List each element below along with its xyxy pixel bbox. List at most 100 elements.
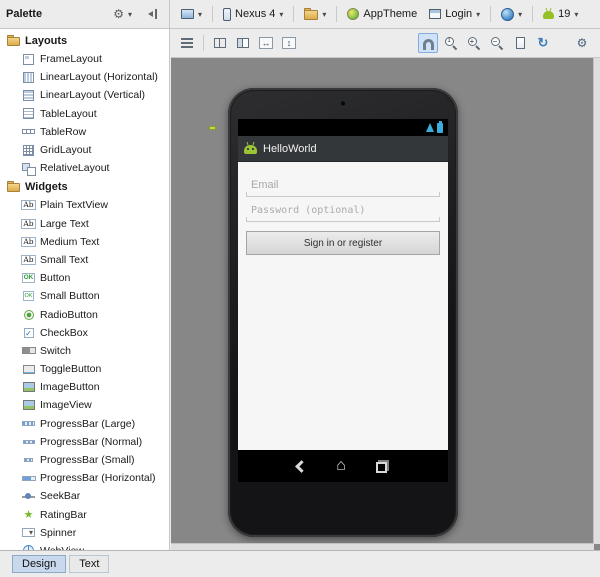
- button-icon: OK: [21, 273, 36, 284]
- palette-item-spinner[interactable]: Spinner: [0, 524, 169, 542]
- palette-item-checkbox[interactable]: CheckBox: [0, 324, 169, 342]
- hide-panel-button[interactable]: [142, 3, 163, 25]
- orientation-button[interactable]: [299, 3, 331, 25]
- palette-settings-button[interactable]: [108, 3, 137, 25]
- password-field[interactable]: Password (optional): [246, 199, 440, 222]
- one-glyph: [445, 37, 454, 46]
- palette-item-large-text[interactable]: Ab Large Text: [0, 215, 169, 233]
- palette-item-label: Plain TextView: [40, 199, 108, 212]
- zoom-actual-button[interactable]: [441, 33, 461, 53]
- device-screen[interactable]: HelloWorld Email Password (optional) Sig…: [238, 119, 448, 482]
- horizontal-scrollbar[interactable]: [171, 543, 594, 550]
- stretch-vertical-button[interactable]: [279, 33, 299, 53]
- palette-item-label: GridLayout: [40, 144, 92, 157]
- home-icon[interactable]: [333, 458, 349, 474]
- chevron-down-icon: [322, 8, 326, 20]
- palette-item-webview[interactable]: WebView: [0, 542, 169, 550]
- snap-to-grid-button[interactable]: [418, 33, 438, 53]
- palette-item-switch[interactable]: Switch: [0, 342, 169, 360]
- preview-settings-button[interactable]: [572, 33, 592, 53]
- split-pane-filled-icon: [237, 38, 249, 48]
- split-pane-button[interactable]: [210, 33, 230, 53]
- palette-item-small-button[interactable]: OK Small Button: [0, 287, 169, 305]
- palette-item-gridlayout[interactable]: GridLayout: [0, 141, 169, 159]
- palette-item-label: FrameLayout: [40, 53, 102, 66]
- ratingbar-icon: [20, 507, 37, 522]
- palette-item-radiobutton[interactable]: RadioButton: [0, 305, 169, 323]
- togglebutton-icon: [20, 362, 37, 377]
- recents-icon[interactable]: [376, 459, 389, 473]
- palette-item-tablerow[interactable]: TableRow: [0, 123, 169, 141]
- palette-item-progressbar-large[interactable]: ProgressBar (Large): [0, 415, 169, 433]
- palette-header: Palette: [0, 0, 170, 29]
- palette-item-label: Spinner: [40, 526, 77, 539]
- vertical-scrollbar[interactable]: [593, 58, 600, 544]
- palette-item-progressbar-small[interactable]: ProgressBar (Small): [0, 451, 169, 469]
- palette-section-widgets[interactable]: Widgets: [0, 177, 169, 196]
- api-level-button[interactable]: 19: [538, 3, 583, 25]
- palette-item-label: Button: [40, 272, 71, 285]
- activity-button[interactable]: Login: [424, 3, 485, 25]
- palette-item-togglebutton[interactable]: ToggleButton: [0, 360, 169, 378]
- tab-design[interactable]: Design: [12, 555, 67, 573]
- tab-text[interactable]: Text: [69, 555, 110, 573]
- app-title: HelloWorld: [263, 142, 317, 155]
- phone-icon: [223, 7, 232, 21]
- email-field[interactable]: Email: [246, 174, 440, 197]
- gear-icon: [577, 37, 588, 50]
- palette-item-progressbar-horizontal[interactable]: ProgressBar (Horizontal): [0, 469, 169, 487]
- palette-item-label: Small Button: [40, 290, 100, 303]
- palette-item-tablelayout[interactable]: TableLayout: [0, 105, 169, 123]
- zoom-out-button[interactable]: [487, 33, 507, 53]
- locale-button[interactable]: [496, 3, 527, 25]
- switch-icon: [20, 343, 37, 358]
- theme-label: AppTheme: [363, 8, 418, 20]
- palette-item-linearlayout-vertical[interactable]: LinearLayout (Vertical): [0, 86, 169, 104]
- palette-item-label: RatingBar: [40, 508, 87, 521]
- signin-button[interactable]: Sign in or register: [246, 231, 440, 255]
- design-canvas[interactable]: HelloWorld Email Password (optional) Sig…: [171, 58, 600, 550]
- progressbar-small-icon: [20, 453, 37, 468]
- split-pane-filled-button[interactable]: [233, 33, 253, 53]
- zoom-in-button[interactable]: [464, 33, 484, 53]
- palette-item-button[interactable]: OK Button: [0, 269, 169, 287]
- palette-item-linearlayout-horizontal[interactable]: LinearLayout (Horizontal): [0, 68, 169, 86]
- palette-item-ratingbar[interactable]: RatingBar: [0, 506, 169, 524]
- zoom-fit-button[interactable]: [510, 33, 530, 53]
- android-icon: [543, 11, 555, 19]
- options-menu-button[interactable]: [177, 33, 197, 53]
- theme-button[interactable]: AppTheme: [342, 3, 422, 25]
- palette-item-framelayout[interactable]: FrameLayout: [0, 50, 169, 68]
- footer-tab-bar: Design Text: [0, 550, 600, 577]
- tablelayout-icon: [20, 106, 37, 121]
- palette-item-seekbar[interactable]: SeekBar: [0, 487, 169, 505]
- config-button[interactable]: [176, 3, 207, 25]
- palette-item-imageview[interactable]: ImageView: [0, 396, 169, 414]
- palette-item-imagebutton[interactable]: ImageButton: [0, 378, 169, 396]
- stretch-horizontal-button[interactable]: [256, 33, 276, 53]
- layout-content: Email Password (optional) Sign in or reg…: [238, 162, 448, 450]
- palette-item-small-text[interactable]: Ab Small Text: [0, 251, 169, 269]
- api-level-label: 19: [558, 8, 571, 20]
- device-label: Nexus 4: [235, 8, 276, 20]
- linearlayout-v-icon: [20, 88, 37, 103]
- palette-item-relativelayout[interactable]: RelativeLayout: [0, 159, 169, 177]
- palette-item-plain-textview[interactable]: Ab Plain TextView: [0, 196, 169, 214]
- back-icon[interactable]: [295, 459, 308, 473]
- palette-item-label: ImageView: [40, 399, 92, 412]
- textview-icon: Ab: [21, 218, 36, 229]
- gear-icon: [113, 8, 124, 21]
- palette-section-label: Layouts: [25, 34, 68, 47]
- palette-section-layouts[interactable]: Layouts: [0, 31, 169, 50]
- device-button[interactable]: Nexus 4: [218, 3, 288, 25]
- split-pane-icon: [214, 38, 226, 48]
- camera-dot: [339, 100, 347, 107]
- palette-item-medium-text[interactable]: Ab Medium Text: [0, 233, 169, 251]
- framelayout-icon: [20, 52, 37, 67]
- palette-item-progressbar-normal[interactable]: ProgressBar (Normal): [0, 433, 169, 451]
- palette-item-label: RadioButton: [40, 308, 98, 321]
- refresh-button[interactable]: [533, 33, 553, 53]
- palette-tree: Layouts FrameLayout LinearLayout (Horizont…: [0, 29, 169, 550]
- chevron-down-icon: [128, 8, 132, 20]
- zoom-actual-icon: [444, 36, 458, 50]
